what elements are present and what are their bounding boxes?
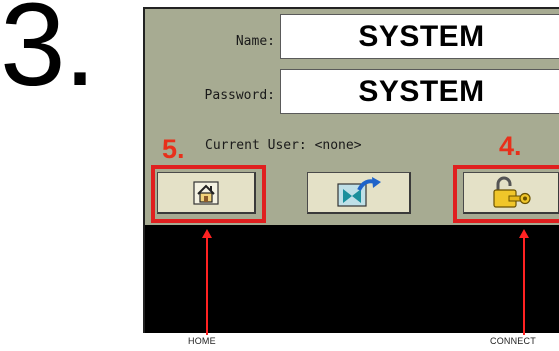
password-label: Password: — [204, 88, 275, 103]
connect-highlight-box — [453, 165, 559, 223]
name-field[interactable]: SYSTEM — [280, 14, 559, 59]
home-arrow-line — [206, 237, 208, 335]
connect-label: CONNECT — [490, 336, 536, 346]
login-form-area: Name: SYSTEM Password: SYSTEM Current Us… — [145, 9, 559, 225]
name-value: SYSTEM — [358, 19, 485, 53]
password-value: SYSTEM — [358, 74, 485, 108]
home-label: HOME — [188, 336, 216, 346]
logout-arrow-icon — [336, 176, 381, 207]
logout-button[interactable] — [307, 172, 411, 214]
name-label: Name: — [235, 34, 275, 49]
step-number: 3. — [0, 0, 96, 111]
connect-arrow-head — [519, 229, 529, 238]
home-step-number: 5. — [162, 134, 185, 164]
current-user-status: Current User: <none> — [205, 138, 362, 153]
home-highlight-box — [151, 165, 266, 223]
connect-arrow-line — [523, 237, 525, 335]
home-arrow-head — [202, 229, 212, 238]
hmi-login-panel: Name: SYSTEM Password: SYSTEM Current Us… — [143, 7, 559, 335]
password-field[interactable]: SYSTEM — [280, 69, 559, 114]
connect-step-number: 4. — [499, 131, 522, 161]
